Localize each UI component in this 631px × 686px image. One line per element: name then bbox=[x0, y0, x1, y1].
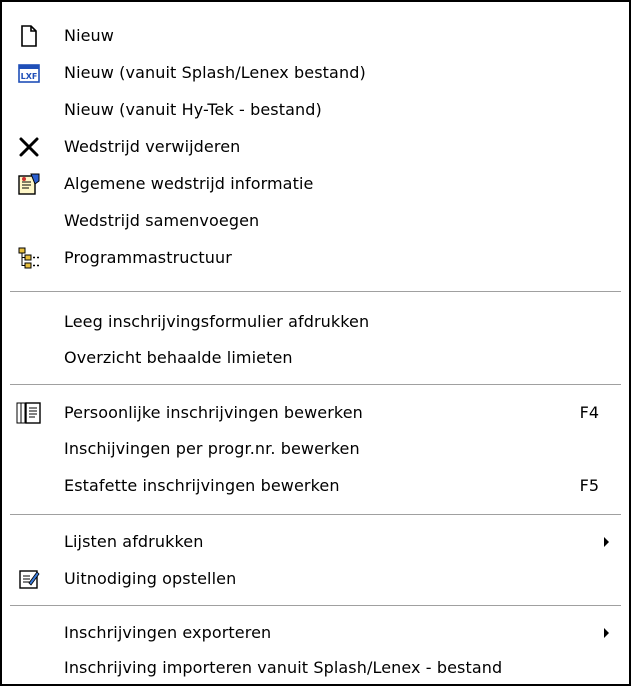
menu-item-algemene-wedstrijd-informatie[interactable]: Algemene wedstrijd informatie bbox=[2, 166, 629, 202]
menu-item-label: Inschrijving importeren vanuit Splash/Le… bbox=[64, 658, 503, 677]
menu-item-wedstrijd-verwijderen[interactable]: Wedstrijd verwijderen bbox=[2, 129, 629, 165]
properties-icon bbox=[16, 171, 42, 197]
menu-item-persoonlijke-inschrijvingen[interactable]: Persoonlijke inschrijvingen bewerken F4 bbox=[2, 395, 629, 431]
menu-item-label: Inschijvingen per progr.nr. bewerken bbox=[64, 439, 360, 458]
submenu-arrow-icon bbox=[604, 628, 609, 638]
submenu-arrow-icon bbox=[604, 537, 609, 547]
menu-item-label: Wedstrijd samenvoegen bbox=[64, 211, 260, 230]
menu-item-label: Nieuw (vanuit Splash/Lenex bestand) bbox=[64, 63, 366, 82]
lxf-file-icon: LXF bbox=[16, 60, 42, 86]
menu-item-overzicht-limieten[interactable]: Overzicht behaalde limieten bbox=[2, 340, 629, 376]
menu-item-label: Algemene wedstrijd informatie bbox=[64, 174, 314, 193]
menu-item-label: Persoonlijke inschrijvingen bewerken bbox=[64, 403, 363, 422]
menu-item-wedstrijd-samenvoegen[interactable]: Wedstrijd samenvoegen bbox=[2, 203, 629, 239]
shortcut-label: F5 bbox=[579, 476, 599, 495]
menu-item-leeg-inschrijvingsformulier[interactable]: Leeg inschrijvingsformulier afdrukken bbox=[2, 304, 629, 340]
menu-item-label: Nieuw bbox=[64, 26, 114, 45]
menu-item-inschijvingen-per-progr[interactable]: Inschijvingen per progr.nr. bewerken bbox=[2, 431, 629, 467]
edit-form-icon bbox=[16, 566, 42, 592]
menu-separator bbox=[10, 291, 621, 293]
menu-item-label: Inschrijvingen exporteren bbox=[64, 623, 272, 642]
shortcut-label: F4 bbox=[579, 403, 599, 422]
tree-structure-icon bbox=[16, 245, 42, 271]
menu-item-label: Estafette inschrijvingen bewerken bbox=[64, 476, 340, 495]
documents-icon bbox=[16, 400, 42, 426]
menu-item-nieuw[interactable]: Nieuw bbox=[2, 18, 629, 54]
menu-item-label: Lijsten afdrukken bbox=[64, 532, 204, 551]
menu-item-inschrijving-importeren[interactable]: Inschrijving importeren vanuit Splash/Le… bbox=[2, 650, 629, 686]
menu-item-nieuw-splash-lenex[interactable]: LXF Nieuw (vanuit Splash/Lenex bestand) bbox=[2, 55, 629, 91]
menu-item-uitnodiging-opstellen[interactable]: Uitnodiging opstellen bbox=[2, 561, 629, 597]
menu-separator bbox=[10, 605, 621, 607]
menu-item-label: Programmastructuur bbox=[64, 248, 232, 267]
svg-text:LXF: LXF bbox=[21, 72, 38, 81]
menu-separator bbox=[10, 384, 621, 386]
menu-item-label: Overzicht behaalde limieten bbox=[64, 348, 293, 367]
menu-item-estafette-inschrijvingen[interactable]: Estafette inschrijvingen bewerken F5 bbox=[2, 468, 629, 504]
file-menu: Nieuw LXF Nieuw (vanuit Splash/Lenex bes… bbox=[0, 0, 631, 686]
menu-item-label: Uitnodiging opstellen bbox=[64, 569, 237, 588]
menu-item-nieuw-hytek[interactable]: Nieuw (vanuit Hy-Tek - bestand) bbox=[2, 92, 629, 128]
menu-item-lijsten-afdrukken[interactable]: Lijsten afdrukken bbox=[2, 524, 629, 560]
menu-separator bbox=[10, 514, 621, 516]
menu-item-label: Leeg inschrijvingsformulier afdrukken bbox=[64, 312, 370, 331]
menu-item-label: Nieuw (vanuit Hy-Tek - bestand) bbox=[64, 100, 322, 119]
delete-x-icon bbox=[16, 134, 42, 160]
new-document-icon bbox=[16, 23, 42, 49]
menu-item-inschrijvingen-exporteren[interactable]: Inschrijvingen exporteren bbox=[2, 615, 629, 651]
menu-item-programmastructuur[interactable]: Programmastructuur bbox=[2, 240, 629, 276]
menu-item-label: Wedstrijd verwijderen bbox=[64, 137, 241, 156]
